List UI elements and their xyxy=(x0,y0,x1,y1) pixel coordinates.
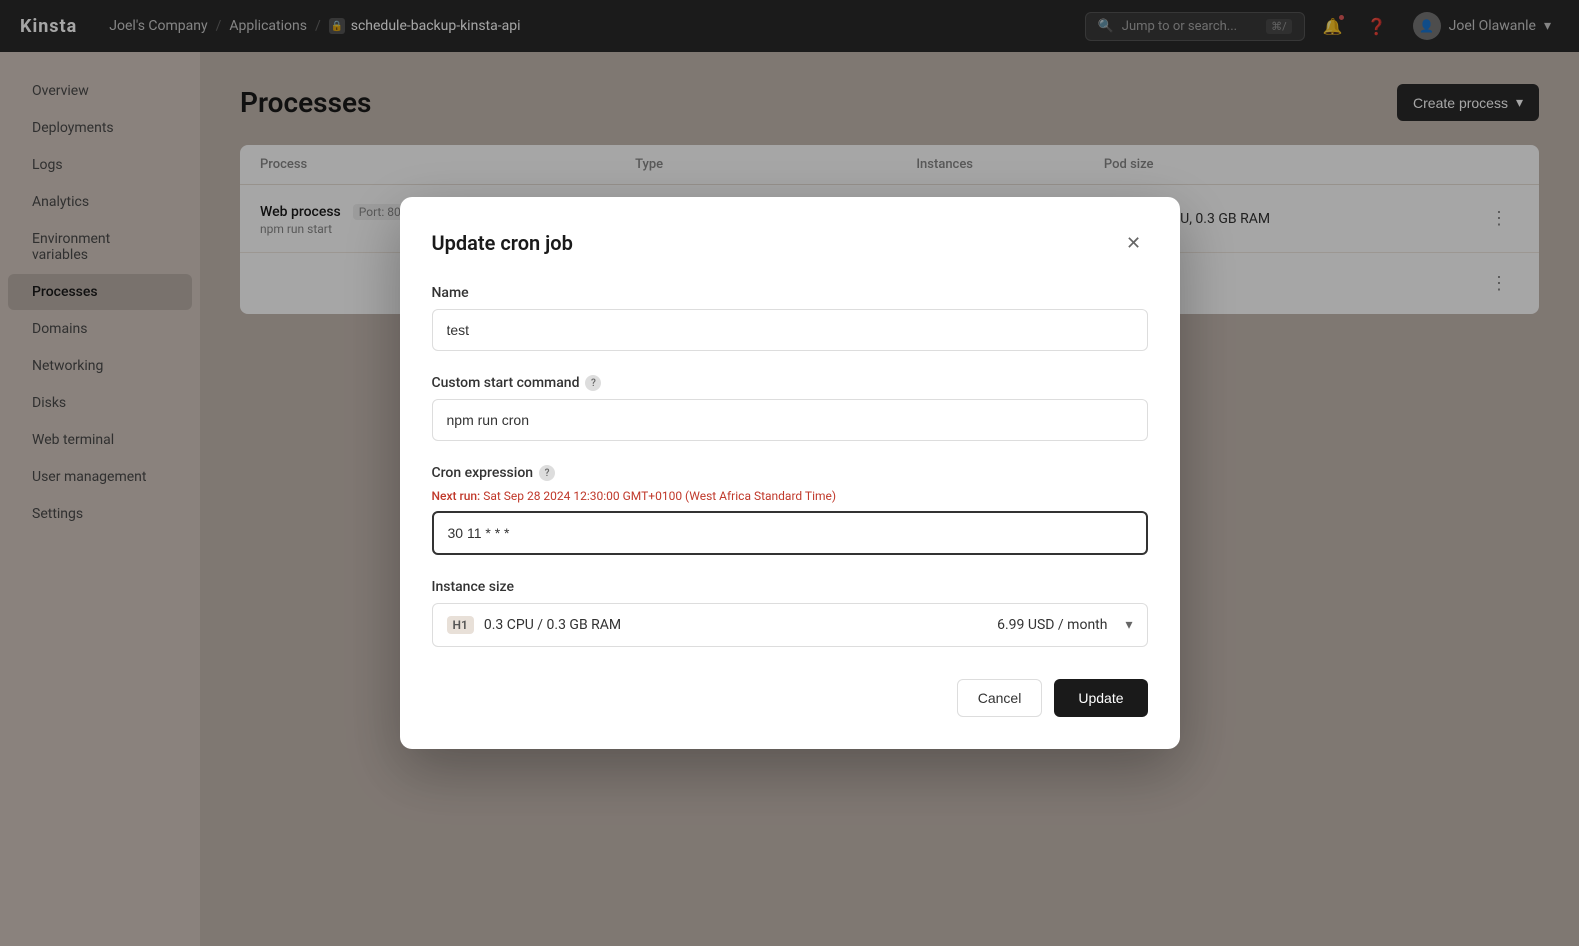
modal-title: Update cron job xyxy=(432,231,573,255)
cron-expression-group: Cron expression ? Next run: Sat Sep 28 2… xyxy=(432,465,1148,555)
cron-expression-label: Cron expression ? xyxy=(432,465,1148,481)
next-run-value: Sat Sep 28 2024 12:30:00 GMT+0100 (West … xyxy=(483,489,836,503)
next-run-info: Next run: Sat Sep 28 2024 12:30:00 GMT+0… xyxy=(432,489,1148,503)
instance-price: 6.99 USD / month xyxy=(997,617,1107,633)
next-run-label: Next run: xyxy=(432,489,481,503)
cron-expression-help-icon[interactable]: ? xyxy=(539,465,555,481)
layout: Overview Deployments Logs Analytics Envi… xyxy=(0,0,1579,946)
custom-start-command-input[interactable] xyxy=(432,399,1148,441)
name-field-group: Name xyxy=(432,285,1148,351)
custom-start-command-help-icon[interactable]: ? xyxy=(585,375,601,391)
instance-cpu-ram: 0.3 CPU / 0.3 GB RAM xyxy=(484,617,987,633)
custom-start-command-label: Custom start command ? xyxy=(432,375,1148,391)
update-button[interactable]: Update xyxy=(1054,679,1147,717)
main-content: Processes Create process ▾ Process Type … xyxy=(200,52,1579,946)
modal-close-button[interactable]: ✕ xyxy=(1120,229,1148,257)
cron-expression-input[interactable] xyxy=(432,511,1148,555)
modal-overlay: Update cron job ✕ Name Custom start comm… xyxy=(0,0,1579,946)
instance-size-label: Instance size xyxy=(432,579,1148,595)
instance-size-group: Instance size H1 0.3 CPU / 0.3 GB RAM 6.… xyxy=(432,579,1148,647)
update-cron-job-modal: Update cron job ✕ Name Custom start comm… xyxy=(400,197,1180,749)
name-label: Name xyxy=(432,285,1148,301)
cancel-button[interactable]: Cancel xyxy=(957,679,1043,717)
custom-start-command-group: Custom start command ? xyxy=(432,375,1148,441)
instance-chevron-icon: ▾ xyxy=(1125,617,1132,633)
instance-badge: H1 xyxy=(447,616,474,634)
modal-header: Update cron job ✕ xyxy=(432,229,1148,257)
name-input[interactable] xyxy=(432,309,1148,351)
modal-footer: Cancel Update xyxy=(432,679,1148,717)
instance-size-select[interactable]: H1 0.3 CPU / 0.3 GB RAM 6.99 USD / month… xyxy=(432,603,1148,647)
